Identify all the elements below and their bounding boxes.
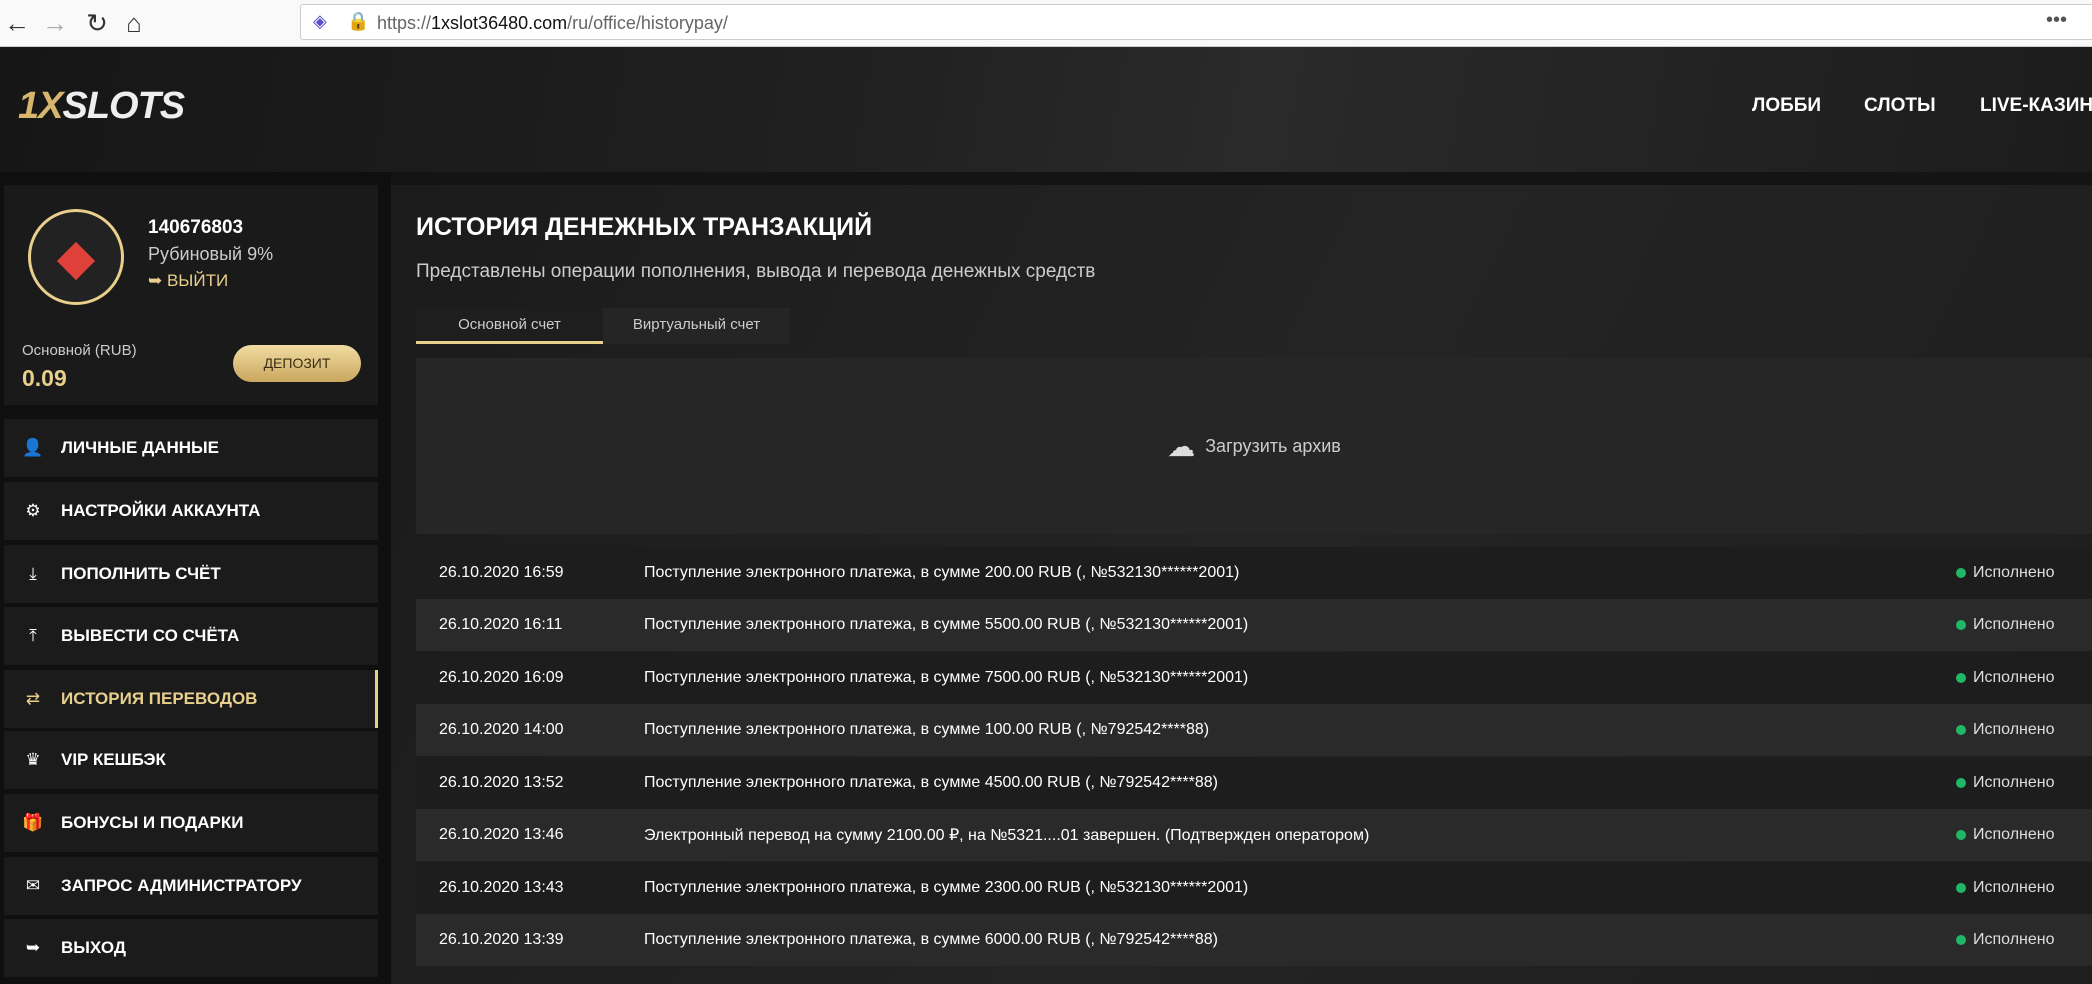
more-icon[interactable]: ••• xyxy=(2046,9,2067,32)
main-panel: ИСТОРИЯ ДЕНЕЖНЫХ ТРАНЗАКЦИЙ Представлены… xyxy=(391,185,2092,984)
address-bar[interactable]: ◈ 🔒 https://1xslot36480.com/ru/office/hi… xyxy=(300,4,2092,40)
status-badge: Исполнено xyxy=(1973,564,2055,581)
sidebar-item-personal-data[interactable]: 👤 ЛИЧНЫЕ ДАННЫЕ xyxy=(4,419,378,477)
nav-slots[interactable]: СЛОТЫ xyxy=(1864,95,1936,117)
table-row: 26.10.2020 13:39 Поступление электронного… xyxy=(416,914,2092,966)
sidebar-item-bonuses[interactable]: 🎁 БОНУСЫ И ПОДАРКИ xyxy=(4,794,378,852)
status-badge: Исполнено xyxy=(1973,931,2055,948)
cloud-download-icon: ☁ xyxy=(1167,430,1196,462)
status-dot xyxy=(1956,568,1966,578)
sidebar-item-withdraw[interactable]: ⤒ ВЫВЕСТИ СО СЧЁТА xyxy=(4,607,378,665)
page-title: ИСТОРИЯ ДЕНЕЖНЫХ ТРАНЗАКЦИЙ xyxy=(416,213,873,241)
user-id: 140676803 xyxy=(148,217,244,238)
avatar: ◆ xyxy=(28,209,124,305)
download-icon: ⤓ xyxy=(29,564,37,583)
reload-button[interactable]: ↻ xyxy=(80,6,114,40)
status-dot xyxy=(1956,725,1966,735)
tab-virtual-account[interactable]: Виртуальный счет xyxy=(603,308,790,344)
status-dot xyxy=(1956,883,1966,893)
deposit-button[interactable]: ДЕПОЗИТ xyxy=(233,345,361,382)
table-row: 26.10.2020 14:00 Поступление электронного… xyxy=(416,704,2092,756)
transaction-description: Поступление электронного платежа, в сумм… xyxy=(644,931,1218,948)
url-text[interactable]: https://1xslot36480.com/ru/office/histor… xyxy=(377,13,728,34)
user-plus-icon: 👤 xyxy=(22,438,44,457)
sidebar-item-exit[interactable]: ➥ ВЫХОД xyxy=(4,919,378,977)
balance-label: Основной (RUB) xyxy=(22,342,137,359)
transaction-date: 26.10.2020 16:09 xyxy=(439,669,564,686)
status-badge: Исполнено xyxy=(1973,774,2055,791)
sign-out-icon: ➥ xyxy=(25,938,41,957)
profile-card: ◆ 140676803 Рубиновый 9% ➥ ВЫЙТИ Основно… xyxy=(4,185,378,405)
nav-lobby[interactable]: ЛОББИ xyxy=(1752,95,1821,117)
upload-icon: ⤒ xyxy=(29,626,37,645)
sidebar-item-transfer-history[interactable]: ⇄ ИСТОРИЯ ПЕРЕВОДОВ xyxy=(4,670,378,728)
transaction-date: 26.10.2020 13:52 xyxy=(439,774,564,791)
status-badge: Исполнено xyxy=(1973,826,2055,843)
transactions-table: 26.10.2020 16:59 Поступление электронного… xyxy=(391,547,2092,977)
status-badge: Исполнено xyxy=(1973,669,2055,686)
sidebar-item-admin-request[interactable]: ✉ ЗАПРОС АДМИНИСТРАТОРУ xyxy=(4,857,378,915)
transaction-description: Поступление электронного платежа, в сумм… xyxy=(644,564,1240,581)
exchange-icon: ⇄ xyxy=(25,689,41,708)
sidebar-item-account-settings[interactable]: ⚙ НАСТРОЙКИ АККАУНТА xyxy=(4,482,378,540)
download-archive-button[interactable]: ☁ Загрузить архив xyxy=(1167,430,1341,463)
table-row: 26.10.2020 16:11 Поступление электронного… xyxy=(416,599,2092,651)
status-dot xyxy=(1956,935,1966,945)
status-dot xyxy=(1956,620,1966,630)
shield-icon: ◈ xyxy=(313,11,327,31)
back-button[interactable]: ← xyxy=(0,6,34,40)
gears-icon: ⚙ xyxy=(25,501,41,520)
sidebar: ◆ 140676803 Рубиновый 9% ➥ ВЫЙТИ Основно… xyxy=(0,172,391,984)
transaction-description: Поступление электронного платежа, в сумм… xyxy=(644,669,1249,686)
envelope-icon: ✉ xyxy=(25,876,41,895)
table-row: 26.10.2020 16:59 Поступление электронного… xyxy=(416,547,2092,599)
home-button[interactable]: ⌂ xyxy=(117,6,151,40)
tab-main-account[interactable]: Основной счет xyxy=(416,308,603,344)
sidebar-item-vip-cashback[interactable]: ♛ VIP КЕШБЭК xyxy=(4,731,378,789)
sidebar-item-deposit[interactable]: ⤓ ПОПОЛНИТЬ СЧЁТ xyxy=(4,545,378,603)
archive-area: ☁ Загрузить архив xyxy=(416,358,2092,534)
site-header: 1XSLOTS ЛОББИ СЛОТЫ LIVE-КАЗИНО xyxy=(0,47,2092,172)
transaction-date: 26.10.2020 13:43 xyxy=(439,879,564,896)
page-subtitle: Представлены операции пополнения, вывода… xyxy=(416,261,1096,282)
transaction-date: 26.10.2020 14:00 xyxy=(439,721,564,738)
table-row: 26.10.2020 13:52 Поступление электронного… xyxy=(416,757,2092,809)
logout-link[interactable]: ➥ ВЫЙТИ xyxy=(148,271,228,291)
status-dot xyxy=(1956,778,1966,788)
lock-icon: 🔒 xyxy=(347,11,370,31)
transaction-description: Поступление электронного платежа, в сумм… xyxy=(644,721,1210,738)
forward-button[interactable]: → xyxy=(38,6,72,40)
transaction-description: Поступление электронного платежа, в сумм… xyxy=(644,774,1218,791)
status-badge: Исполнено xyxy=(1973,616,2055,633)
crown-icon: ♛ xyxy=(25,750,41,769)
sign-out-icon: ➥ xyxy=(148,271,167,290)
transaction-date: 26.10.2020 13:46 xyxy=(439,826,564,843)
status-badge: Исполнено xyxy=(1973,721,2055,738)
table-row: 26.10.2020 13:43 Поступление электронного… xyxy=(416,862,2092,914)
balance-value: 0.09 xyxy=(22,365,67,391)
status-dot xyxy=(1956,830,1966,840)
table-row: 26.10.2020 13:46 Электронный перевод на с… xyxy=(416,809,2092,861)
user-rank: Рубиновый 9% xyxy=(148,244,274,264)
transaction-date: 26.10.2020 13:39 xyxy=(439,931,564,948)
table-row: 26.10.2020 16:09 Поступление электронного… xyxy=(416,652,2092,704)
site-logo[interactable]: 1XSLOTS xyxy=(18,85,185,128)
nav-live-casino[interactable]: LIVE-КАЗИНО xyxy=(1980,95,2092,117)
transaction-date: 26.10.2020 16:11 xyxy=(439,616,563,633)
transaction-description: Поступление электронного платежа, в сумм… xyxy=(644,616,1249,633)
transaction-description: Электронный перевод на сумму 2100.00 ₽, … xyxy=(644,827,1370,844)
transaction-description: Поступление электронного платежа, в сумм… xyxy=(644,879,1249,896)
gift-icon: 🎁 xyxy=(22,813,44,832)
status-badge: Исполнено xyxy=(1973,879,2055,896)
browser-toolbar: ← → ↻ ⌂ ◈ 🔒 https://1xslot36480.com/ru/o… xyxy=(0,0,2092,47)
ruby-icon: ◆ xyxy=(56,229,96,285)
status-dot xyxy=(1956,673,1966,683)
transaction-date: 26.10.2020 16:59 xyxy=(439,564,564,581)
